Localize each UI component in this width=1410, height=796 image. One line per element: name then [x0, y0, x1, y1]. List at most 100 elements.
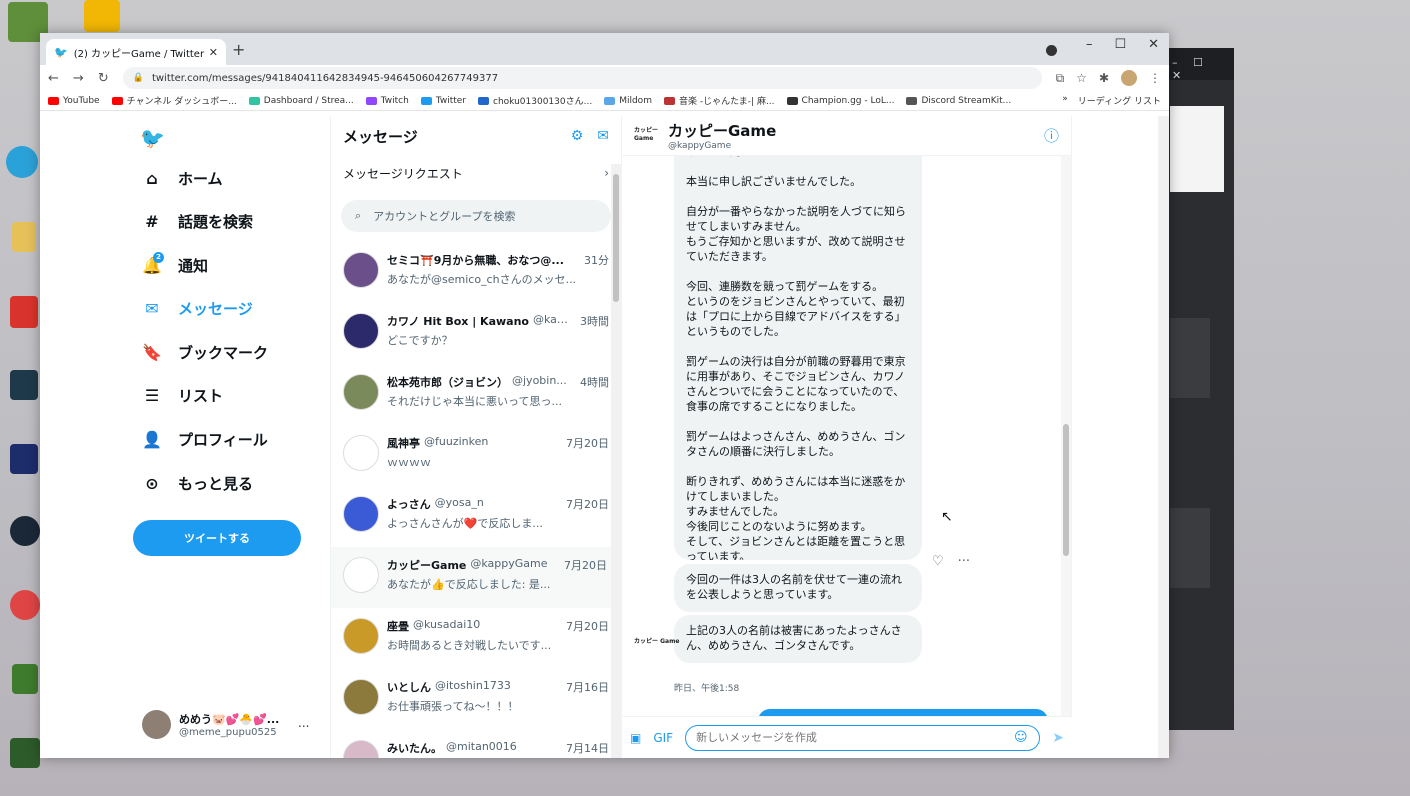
profile-avatar[interactable]	[1121, 70, 1137, 86]
bookmark-choku[interactable]: choku01300130さん...	[478, 94, 592, 107]
terraria-desktop-icon[interactable]	[12, 664, 38, 694]
bookmark-youtube[interactable]: YouTube	[48, 96, 100, 106]
rockstar-desktop-icon[interactable]	[84, 0, 120, 32]
nav-more[interactable]: ⊙ もっと見る	[142, 473, 253, 494]
chat-panel: カッピー Game カッピーGame @kappyGame ⓘ 改めてお詫びさせ…	[622, 116, 1072, 758]
reload-icon[interactable]: ↻	[98, 71, 109, 86]
filmora-desktop-icon[interactable]	[10, 370, 38, 400]
folder-desktop-icon[interactable]	[12, 222, 36, 252]
conversation-item[interactable]: カッピーGame @kappyGame 7月20日 あなたが👍で反応しました: 是..…	[331, 547, 621, 608]
message-composer: ▣ GIF ☺ ➤	[622, 716, 1072, 758]
nav-home[interactable]: ⌂ ホーム	[142, 168, 222, 189]
nav-profile[interactable]: 👤 プロフィール	[142, 429, 268, 450]
maximize-icon[interactable]: ☐	[1114, 37, 1126, 52]
bookmark-mildom[interactable]: Mildom	[604, 96, 652, 106]
conversation-preview: どこですか？	[387, 334, 453, 347]
chat-handle: @kappyGame	[668, 141, 732, 151]
image-icon[interactable]: ▣	[630, 731, 641, 745]
bookmark-jantama[interactable]: 音楽 -じゃんたま-| 麻...	[663, 94, 775, 107]
bookmark-twitter[interactable]: Twitter	[420, 96, 466, 106]
more-dots-icon[interactable]: ...	[298, 716, 309, 730]
conversation-preview: それだけじゃ本当に悪いって思っ...	[387, 395, 562, 408]
extensions-icon[interactable]: ✱	[1099, 71, 1109, 85]
conversation-scrollbar[interactable]	[611, 164, 621, 758]
send-icon[interactable]: ➤	[1052, 730, 1064, 746]
emoji-icon[interactable]: ☺	[1014, 730, 1028, 745]
conversation-handle: @itoshin1733	[435, 679, 511, 692]
bookmark-channel-dashboard[interactable]: チャンネル ダッシュボー...	[111, 94, 237, 107]
pdf-desktop-icon[interactable]	[10, 296, 38, 328]
tweet-button[interactable]: ツイートする	[133, 520, 301, 556]
conversation-avatar	[343, 679, 379, 715]
forward-icon[interactable]: →	[73, 71, 84, 86]
address-bar[interactable]: 🔒 twitter.com/messages/94184041164283494…	[122, 67, 1042, 89]
browser-tab[interactable]: 🐦 (2) カッピーGame / Twitter ✕	[46, 39, 226, 65]
conversation-preview: よっさんさんが❤️で反応しま...	[387, 517, 543, 530]
home-icon: ⌂	[146, 169, 158, 188]
settings-gear-icon[interactable]: ⚙	[571, 128, 584, 144]
twitter-logo-icon[interactable]: 🐦	[140, 126, 165, 150]
nav-messages[interactable]: ✉ メッセージ	[142, 298, 252, 319]
account-switcher[interactable]: めめう🐷💕🐣💕... @meme_pupu0525 ...	[142, 710, 309, 739]
nav-explore[interactable]: # 話題を検索	[142, 211, 253, 232]
reading-list-button[interactable]: リーディング リスト	[1078, 94, 1161, 107]
minimize-icon[interactable]: –	[1086, 37, 1093, 52]
conversation-avatar	[343, 740, 379, 758]
nav-lists[interactable]: ☰ リスト	[142, 385, 223, 406]
close-window-icon[interactable]: ✕	[1148, 37, 1159, 52]
mouse-cursor-icon: ↖	[941, 509, 953, 525]
search-icon: ⌕	[355, 209, 362, 222]
conversation-name: 風神亭	[387, 437, 420, 450]
conversation-item[interactable]: カワノ Hit Box | Kawano@kawa... 3時間どこですか？	[331, 303, 621, 364]
conversation-item[interactable]: 松本苑市郎（ジョビン） @jyobin... 4時間 それだけじゃ本当に悪いって思っ.…	[331, 364, 621, 425]
nav-notifications[interactable]: 🔔 2 通知	[142, 252, 208, 276]
hashtag-icon: #	[145, 212, 159, 231]
bookmarks-overflow-icon[interactable]: »	[1062, 94, 1068, 107]
envelope-icon: ✉	[145, 299, 159, 318]
info-icon[interactable]: ⓘ	[1044, 125, 1059, 146]
game-desktop-icon[interactable]	[10, 444, 38, 474]
twitter-bird-icon: 🐦	[54, 45, 68, 59]
conversation-avatar	[343, 374, 379, 410]
bookmark-star-icon[interactable]: ☆	[1076, 71, 1087, 85]
back-icon[interactable]: ←	[48, 71, 59, 86]
bookmark-streamlabs[interactable]: Dashboard / Strea...	[248, 96, 354, 106]
menu-icon[interactable]: ⋮	[1149, 71, 1161, 85]
conversation-item[interactable]: みいたん。 @mitan0016 7月14日	[331, 730, 621, 758]
conversation-avatar	[343, 557, 379, 593]
chat-scrollbar[interactable]	[1061, 156, 1071, 716]
gta-desktop-icon[interactable]	[10, 738, 40, 768]
gif-icon[interactable]: GIF	[653, 731, 673, 745]
conversation-handle: @fuuzinken	[424, 435, 489, 448]
message-more-icon[interactable]: ···	[958, 554, 970, 569]
conversation-item[interactable]: セミコ⛩️9月から無職、おなつ@... 31分 あなたが@semico_chさんのメ…	[331, 242, 621, 303]
message-requests[interactable]: メッセージリクエスト ›	[331, 156, 621, 190]
page-scrollbar[interactable]	[1158, 116, 1169, 758]
conversation-item[interactable]: よっさん @yosa_n 7月20日 よっさんさんが❤️で反応しま...	[331, 486, 621, 547]
bell-icon: 🔔 2	[142, 252, 164, 275]
new-tab-button[interactable]: +	[232, 40, 245, 59]
react-heart-icon[interactable]: ♡	[932, 554, 944, 569]
message-input[interactable]	[685, 724, 1041, 751]
bookmark-twitch[interactable]: Twitch	[365, 96, 409, 106]
search-input[interactable]: ⌕ アカウントとグループを検索	[341, 200, 611, 232]
close-tab-icon[interactable]: ✕	[209, 46, 218, 59]
new-message-icon[interactable]: ✉	[597, 128, 609, 144]
bookmark-icon: 🔖	[142, 343, 162, 362]
sender-avatar[interactable]: カッピー Game	[634, 638, 679, 646]
edge-desktop-icon[interactable]	[6, 146, 38, 178]
background-window-panel	[1170, 106, 1224, 192]
bookmark-discord-streamkit[interactable]: Discord StreamKit...	[906, 96, 1011, 106]
conversation-item[interactable]: 座畳 @kusadai10 7月20日 お時間あるとき対戦したいです...	[331, 608, 621, 669]
steam-desktop-icon[interactable]	[10, 516, 40, 546]
app-desktop-icon[interactable]	[10, 590, 40, 620]
nav-bookmarks[interactable]: 🔖 ブックマーク	[142, 342, 268, 363]
conversation-item[interactable]: 風神亭 @fuuzinken 7月20日 ｗｗｗｗ	[331, 425, 621, 486]
bookmark-championgg[interactable]: Champion.gg - LoL...	[786, 96, 894, 106]
notification-badge: 2	[153, 252, 164, 263]
install-app-icon[interactable]: ⧉	[1056, 71, 1065, 86]
tab-search-icon[interactable]	[1046, 45, 1057, 56]
conversation-handle: @mitan0016	[446, 740, 517, 753]
conversation-item[interactable]: いとしん @itoshin1733 7月16日 お仕事頑張ってね～！！！	[331, 669, 621, 730]
chat-avatar[interactable]: カッピー Game	[634, 127, 658, 145]
